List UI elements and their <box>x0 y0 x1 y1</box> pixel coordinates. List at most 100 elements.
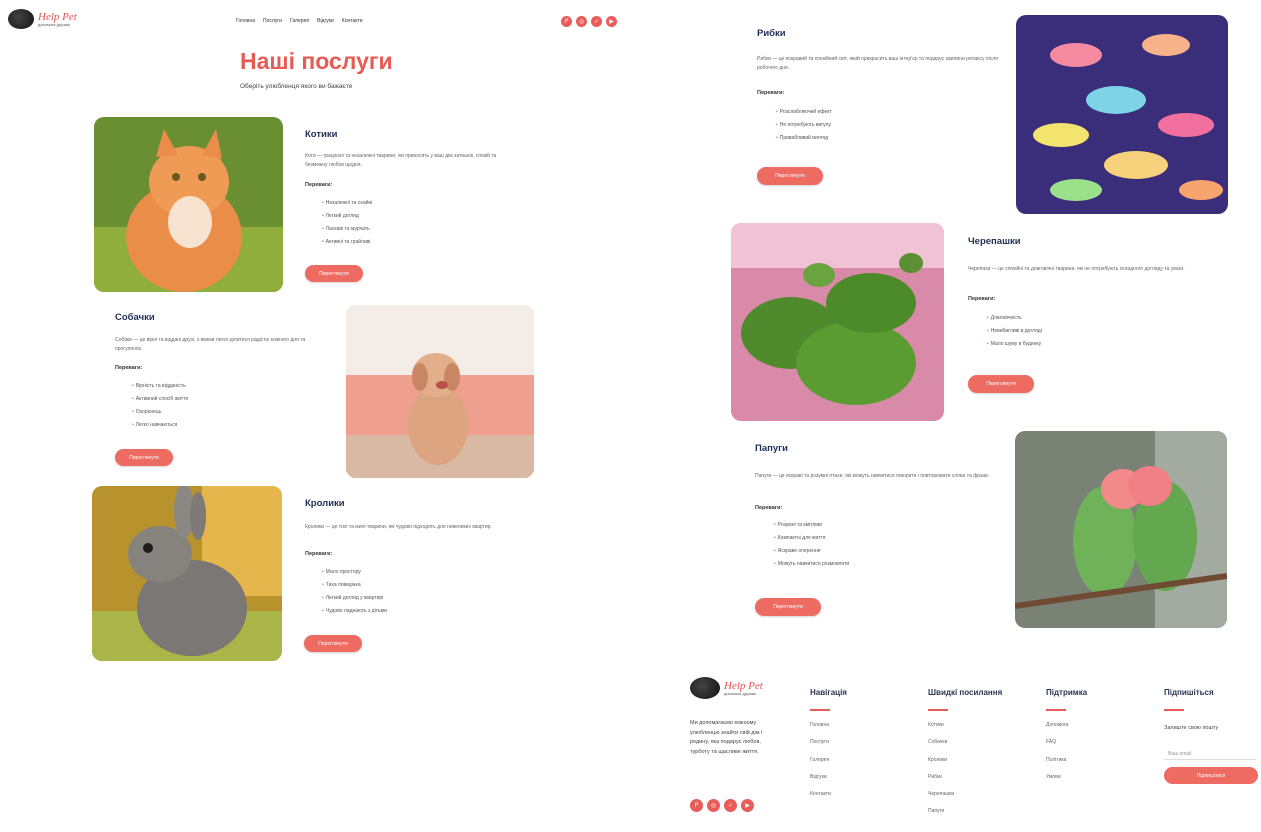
cats-advantages-list: Незалежні та охайні Легкий догляд Ласкав… <box>322 197 373 249</box>
list-item: Охоронець <box>132 406 188 419</box>
list-item: Яскраве оперення <box>774 545 849 558</box>
instagram-icon[interactable]: ◎ <box>576 16 587 27</box>
list-item: Ласкаві та мурчать <box>322 223 372 236</box>
subscribe-text: Залиште свою пошту <box>1164 725 1219 731</box>
fish-view-button[interactable]: Переглянути <box>757 167 823 185</box>
globe-logo-icon <box>8 9 34 29</box>
divider <box>1164 709 1184 711</box>
parrots-title: Папуги <box>755 443 788 454</box>
dogs-advantages-list: Вірність та відданість Активний спосіб ж… <box>132 380 188 432</box>
footer-socials: P ◎ ✓ ▶ <box>690 799 754 812</box>
nav-link-gallery[interactable]: Галерея <box>290 18 309 24</box>
dogs-title: Собачки <box>115 312 155 323</box>
footer-logo-title: Help Pet <box>724 679 763 692</box>
list-item: Мало простору <box>322 566 387 579</box>
cats-view-button[interactable]: Переглянути <box>305 265 363 282</box>
subscribe-button[interactable]: Підписатися <box>1164 767 1258 784</box>
list-item: Невибагливі в догляді <box>987 325 1042 338</box>
footer-link[interactable]: Рибки <box>928 769 1002 786</box>
cats-description: Коти — граціозні та незалежні тварини, я… <box>305 153 497 168</box>
rabbits-title: Кролики <box>305 498 345 509</box>
footer-link[interactable]: FAQ <box>1046 734 1087 751</box>
pinterest-icon[interactable]: P <box>561 16 572 27</box>
list-item: Тиха поведінка <box>322 579 387 592</box>
parrots-advantages-title: Переваги: <box>755 505 783 511</box>
list-item: Активний спосіб життя <box>132 393 188 406</box>
cat-photo <box>94 117 283 292</box>
dogs-advantages-title: Переваги: <box>115 365 143 371</box>
nav-link-reviews[interactable]: Відгуки <box>317 18 334 24</box>
main-nav: Головна Послуги Галерея Відгуки Контакти <box>236 18 363 24</box>
footer-col-title: Підтримка <box>1046 688 1088 697</box>
turtles-advantages-title: Переваги: <box>968 296 996 302</box>
dogs-view-button[interactable]: Переглянути <box>115 449 173 466</box>
rabbit-photo <box>92 486 282 661</box>
list-item: Довговічність <box>987 312 1042 325</box>
footer-col-title: Навігація <box>810 688 847 697</box>
logo-subtitle: допомога друзям <box>38 21 70 27</box>
footer-subscribe: Підпишіться Залиште свою пошту Ваш email… <box>1164 688 1258 784</box>
footer-link[interactable]: Політика <box>1046 752 1087 769</box>
divider <box>810 709 830 711</box>
footer-logo[interactable]: Help Pet допомога друзям <box>690 677 763 699</box>
turtles-description: Черепахи — це спокійні та довговічні тва… <box>968 266 1185 272</box>
page-subtitle: Оберіть улюбленця якого ви бажаєте <box>240 83 353 90</box>
youtube-icon[interactable]: ▶ <box>741 799 754 812</box>
list-item: Розслабляючий ефект <box>776 106 832 119</box>
rabbits-advantages-title: Переваги: <box>305 551 333 557</box>
site-logo[interactable]: Help Pet допомога друзям <box>8 9 77 29</box>
twitter-icon[interactable]: ✓ <box>591 16 602 27</box>
rabbits-description: Кролики — це тихі та милі тварини, які ч… <box>305 524 492 530</box>
turtles-advantages-list: Довговічність Невибагливі в догляді Мало… <box>987 312 1042 351</box>
pinterest-icon[interactable]: P <box>690 799 703 812</box>
turtle-photo <box>731 223 944 421</box>
footer-link[interactable]: Кролики <box>928 752 1002 769</box>
divider <box>928 709 948 711</box>
fish-photo <box>1016 15 1228 214</box>
divider <box>1046 709 1066 711</box>
footer-link[interactable]: Послуги <box>810 734 847 751</box>
subscribe-title: Підпишіться <box>1164 688 1214 697</box>
list-item: Компактні для життя <box>774 532 849 545</box>
footer-link[interactable]: Галерея <box>810 752 847 769</box>
footer-link[interactable]: Котики <box>928 717 1002 734</box>
footer-about-text: Ми допомагаємо кожному улюбленцю знайти … <box>690 720 763 755</box>
dogs-description: Собаки — це вірні та віддані друзі, з як… <box>115 337 306 352</box>
parrots-advantages-list: Розумні та кмітливі Компактні для життя … <box>774 519 849 571</box>
rabbits-view-button[interactable]: Переглянути <box>304 635 362 652</box>
parrots-view-button[interactable]: Переглянути <box>755 598 821 616</box>
nav-link-services[interactable]: Послуги <box>263 18 282 24</box>
footer-link[interactable]: Контакти <box>810 786 847 803</box>
youtube-icon[interactable]: ▶ <box>606 16 617 27</box>
list-item: Мало шуму в будинку <box>987 338 1042 351</box>
list-item: Можуть навчитися розмовляти <box>774 558 849 571</box>
rabbits-advantages-list: Мало простору Тиха поведінка Легкий догл… <box>322 566 387 618</box>
twitter-icon[interactable]: ✓ <box>724 799 737 812</box>
list-item: Привабливий вигляд <box>776 132 832 145</box>
footer-link[interactable]: Черепашки <box>928 786 1002 803</box>
parrots-description: Папуги — це яскраві та розумні птахи, як… <box>755 473 990 479</box>
nav-link-home[interactable]: Головна <box>236 18 255 24</box>
fish-description: Рибки — це яскравий та спокійний світ, я… <box>757 56 998 71</box>
cats-advantages-title: Переваги: <box>305 182 333 188</box>
list-item: Вірність та відданість <box>132 380 188 393</box>
turtles-view-button[interactable]: Переглянути <box>968 375 1034 393</box>
subscribe-email-input[interactable]: Ваш email <box>1164 749 1256 760</box>
fish-advantages-list: Розслабляючий ефект Не потребують вигулу… <box>776 106 832 145</box>
footer-logo-subtitle: допомога друзям <box>724 690 756 696</box>
dog-photo <box>346 305 534 478</box>
footer-link[interactable]: Допомога <box>1046 717 1087 734</box>
list-item: Легкий догляд <box>322 210 372 223</box>
header-socials: P ◎ ✓ ▶ <box>561 16 617 27</box>
footer-link[interactable]: Відгуки <box>810 769 847 786</box>
footer-link[interactable]: Папуги <box>928 803 1002 820</box>
footer-link[interactable]: Собачки <box>928 734 1002 751</box>
footer-link[interactable]: Умови <box>1046 769 1087 786</box>
footer-link[interactable]: Головна <box>810 717 847 734</box>
instagram-icon[interactable]: ◎ <box>707 799 720 812</box>
list-item: Легко навчаються <box>132 419 188 432</box>
list-item: Розумні та кмітливі <box>774 519 849 532</box>
nav-link-contacts[interactable]: Контакти <box>342 18 363 24</box>
list-item: Легкий догляд у квартирі <box>322 592 387 605</box>
logo-title: Help Pet <box>38 10 77 23</box>
